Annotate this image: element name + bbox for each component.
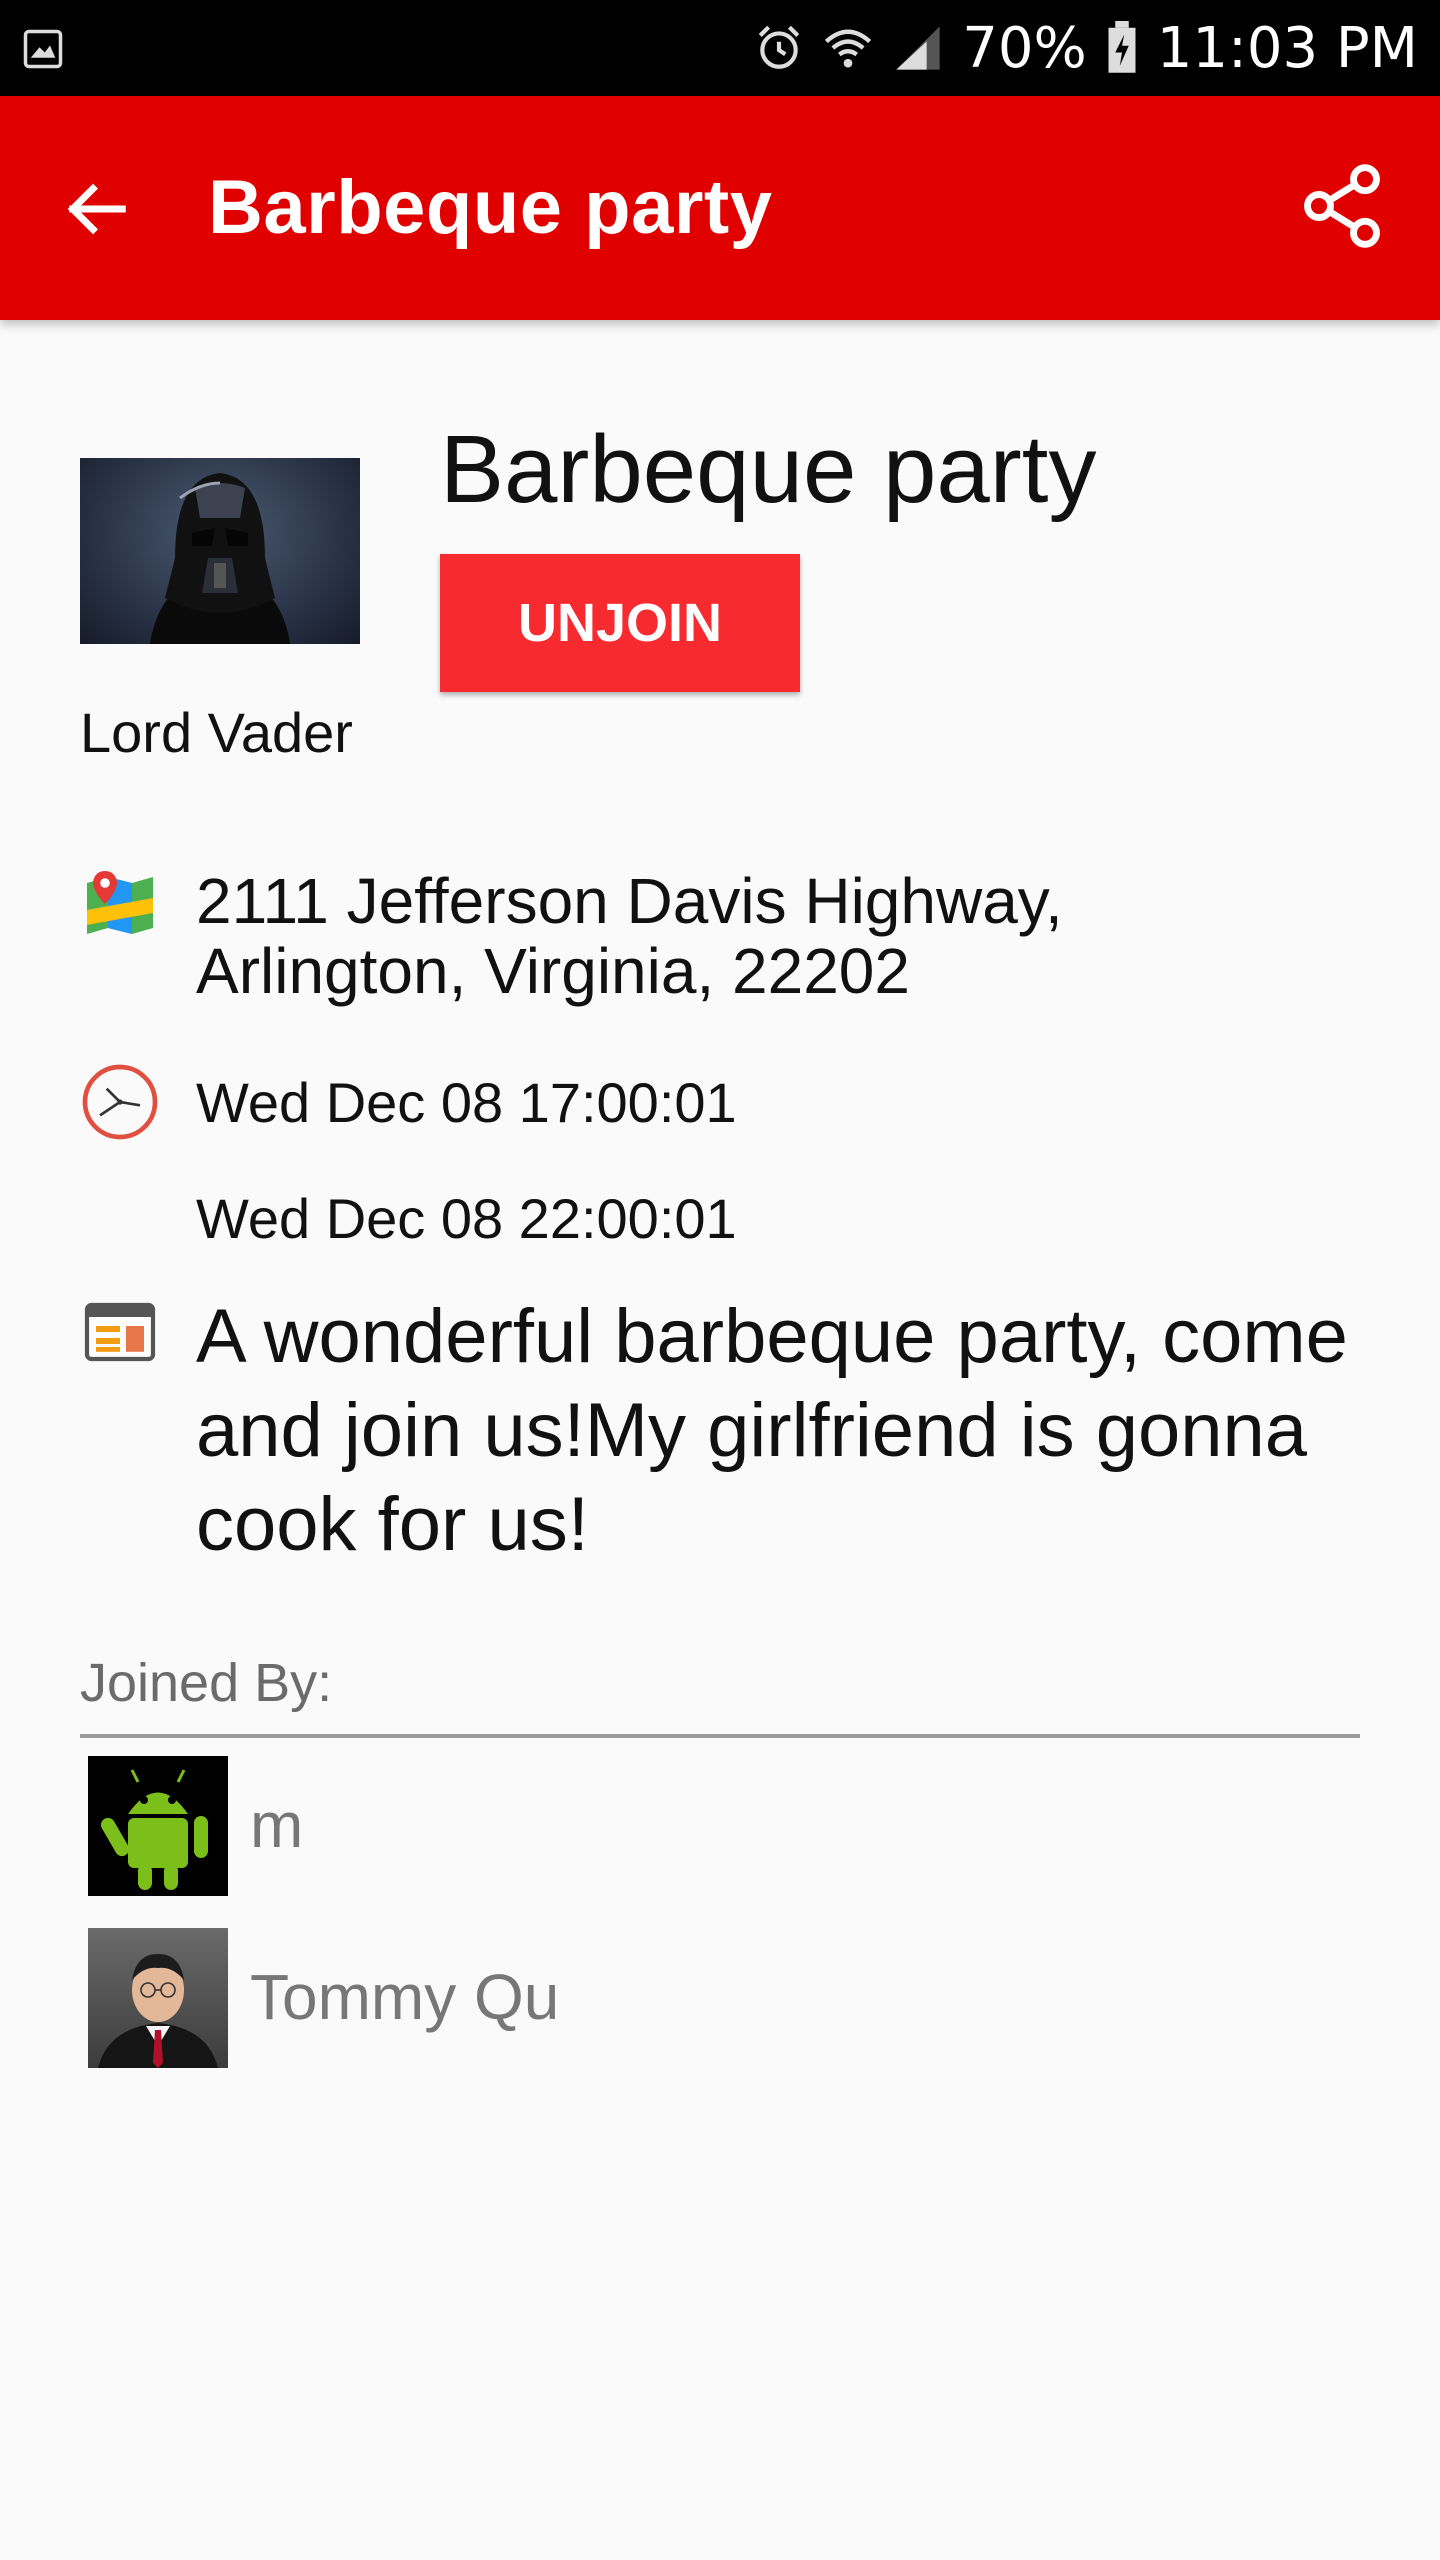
battery-percent: 70% — [962, 15, 1087, 81]
arrow-back-icon[interactable] — [56, 174, 136, 244]
divider — [80, 1734, 1360, 1738]
host-name: Lord Vader — [80, 701, 353, 764]
host-avatar[interactable] — [80, 458, 360, 644]
member-name: Tommy Qu — [250, 1961, 560, 2033]
member-avatar — [88, 1756, 228, 1896]
member-avatar — [88, 1928, 228, 2068]
app-bar: Barbeque party — [0, 96, 1440, 320]
unjoin-button[interactable]: UNJOIN — [440, 554, 800, 692]
address-line-1: 2111 Jefferson Davis Highway, — [196, 865, 1063, 937]
darth-vader-photo — [150, 473, 290, 644]
status-bar: 70% 11:03 PM — [0, 0, 1440, 96]
gallery-icon — [23, 29, 63, 69]
app-bar-title: Barbeque party — [208, 165, 773, 250]
signal-icon — [896, 26, 940, 70]
status-icons: 70% 11:03 PM — [754, 0, 1418, 96]
map-icon — [87, 871, 153, 934]
person-photo — [98, 1954, 218, 2068]
description-icon — [84, 1302, 156, 1362]
end-time: Wed Dec 08 22:00:01 — [196, 1187, 737, 1250]
address-line-2: Arlington, Virginia, 22202 — [196, 935, 910, 1007]
share-icon[interactable] — [1296, 160, 1388, 252]
wifi-icon — [825, 29, 872, 68]
clock: 11:03 PM — [1156, 15, 1418, 81]
event-title: Barbeque party — [440, 416, 1097, 523]
member-list-item[interactable]: Tommy Qu — [88, 1928, 1348, 2068]
battery-charging-icon — [1108, 21, 1136, 73]
member-list-item[interactable]: m — [88, 1756, 1348, 1896]
member-name: m — [250, 1789, 304, 1861]
start-time: Wed Dec 08 17:00:01 — [196, 1071, 737, 1134]
event-description: A wonderful barbeque party, come and joi… — [196, 1294, 1348, 1567]
android-robot-icon — [101, 1769, 208, 1890]
clock-icon — [82, 1064, 158, 1140]
joined-by-label: Joined By: — [80, 1653, 333, 1713]
event-address[interactable]: 2111 Jefferson Davis Highway, Arlington,… — [196, 866, 1376, 1006]
alarm-icon — [759, 25, 800, 69]
